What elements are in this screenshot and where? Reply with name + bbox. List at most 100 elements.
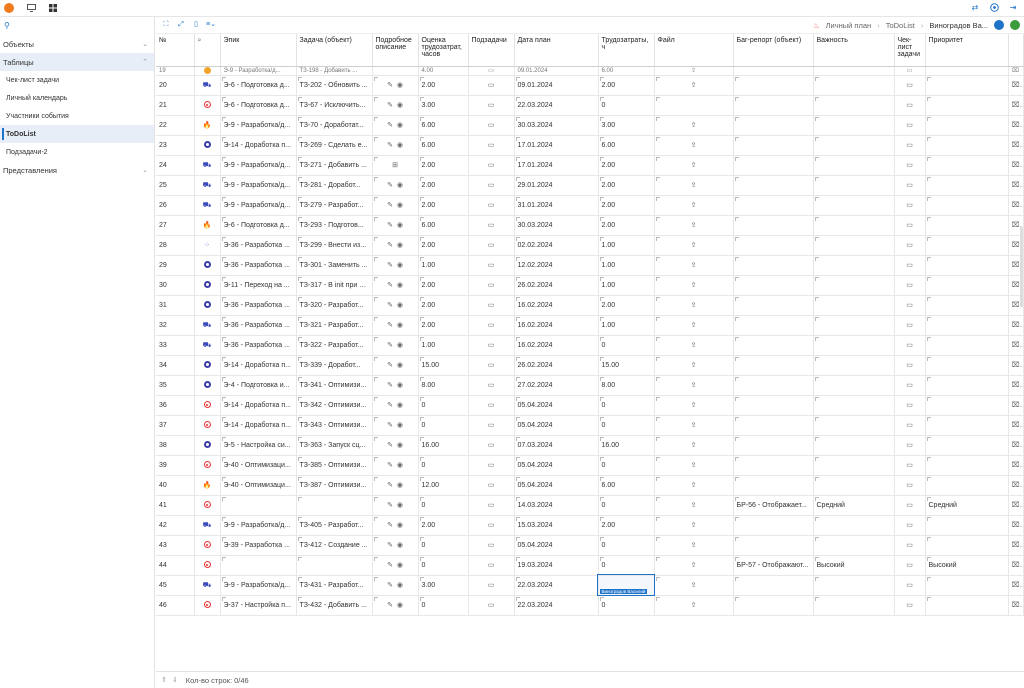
trash-icon[interactable]: ⌧: [1012, 142, 1023, 149]
estimate-cell[interactable]: 6.00: [418, 135, 469, 156]
upload-icon[interactable]: ⇪: [691, 82, 697, 89]
epic-cell[interactable]: Э-9 - Разработка/д...: [220, 115, 297, 136]
table-row[interactable]: 23 Э-14 - Доработка п... ТЗ-269 - Сделать …: [156, 135, 1024, 156]
priority-cell[interactable]: [925, 435, 1009, 456]
table-row[interactable]: 36 Э-14 - Доработка п... ТЗ-342 - Оптимизи…: [156, 395, 1024, 416]
importance-cell[interactable]: [813, 335, 895, 356]
add-icon[interactable]: ⊞: [392, 162, 398, 169]
epic-cell[interactable]: Э-36 - Разработка ...: [220, 315, 297, 336]
subtasks-cell[interactable]: ▭: [468, 95, 515, 116]
subtasks-cell[interactable]: ▭: [468, 535, 515, 556]
checklist-cell[interactable]: ▭: [894, 515, 926, 536]
subtasks-cell[interactable]: ▭: [468, 375, 515, 396]
checklist-cell[interactable]: ▭: [894, 115, 926, 136]
checklist-cell[interactable]: ▭: [894, 495, 926, 516]
description-cell[interactable]: ✎ ◉: [372, 555, 419, 576]
calendar-icon[interactable]: ▭: [488, 342, 495, 349]
labor-cell[interactable]: 2.00: [598, 515, 655, 536]
table-row[interactable]: 29 Э-36 - Разработка ... ТЗ-301 - Заменить…: [156, 255, 1024, 276]
epic-cell[interactable]: Э-9 - Разработка/д...: [220, 175, 297, 196]
bug-cell[interactable]: [733, 66, 814, 76]
date-cell[interactable]: 31.01.2024: [514, 195, 599, 216]
calendar-icon[interactable]: ▭: [906, 482, 913, 489]
breadcrumb-home[interactable]: Личный план: [826, 21, 872, 30]
priority-cell[interactable]: [925, 66, 1009, 76]
eye-icon[interactable]: ◉: [397, 82, 403, 89]
edit-icon[interactable]: ✎: [387, 522, 393, 529]
table-row[interactable]: 25 ⛟ Э-9 - Разработка/д... ТЗ-281 - Доработ…: [156, 175, 1024, 196]
labor-cell[interactable]: 6.00: [598, 66, 655, 76]
importance-cell[interactable]: [813, 475, 895, 496]
subtasks-cell[interactable]: ▭: [468, 435, 515, 456]
description-cell[interactable]: ✎ ◉: [372, 455, 419, 476]
bug-cell[interactable]: [733, 575, 814, 596]
delete-cell[interactable]: ⌧: [1008, 315, 1024, 336]
subtasks-cell[interactable]: ▭: [468, 75, 515, 96]
checklist-cell[interactable]: ▭: [894, 455, 926, 476]
bug-cell[interactable]: [733, 195, 814, 216]
importance-cell[interactable]: [813, 66, 895, 76]
swap-icon[interactable]: ⇄: [970, 3, 980, 13]
bug-cell[interactable]: [733, 295, 814, 316]
description-cell[interactable]: ✎ ◉: [372, 395, 419, 416]
edit-icon[interactable]: ✎: [387, 582, 393, 589]
labor-cell[interactable]: 0: [598, 415, 655, 436]
file-cell[interactable]: ⇪: [654, 66, 734, 76]
calendar-icon[interactable]: ▭: [906, 182, 913, 189]
subtasks-cell[interactable]: ▭: [468, 275, 515, 296]
calendar-icon[interactable]: ▭: [488, 82, 495, 89]
delete-cell[interactable]: ⌧: [1008, 455, 1024, 476]
checklist-cell[interactable]: ▭: [894, 375, 926, 396]
task-cell[interactable]: [296, 495, 373, 516]
calendar-icon[interactable]: ▭: [906, 102, 913, 109]
description-cell[interactable]: ✎ ◉: [372, 215, 419, 236]
edit-icon[interactable]: ✎: [387, 442, 393, 449]
checklist-cell[interactable]: ▭: [894, 135, 926, 156]
description-cell[interactable]: ✎ ◉: [372, 415, 419, 436]
checklist-cell[interactable]: ▭: [894, 275, 926, 296]
date-cell[interactable]: 27.02.2024: [514, 375, 599, 396]
col-header-search[interactable]: ⌕: [194, 34, 221, 67]
task-cell[interactable]: ТЗ-281 - Доработ...: [296, 175, 373, 196]
bug-cell[interactable]: [733, 455, 814, 476]
epic-cell[interactable]: Э-14 - Доработка п...: [220, 415, 297, 436]
upload-icon[interactable]: ⇪: [691, 542, 697, 549]
estimate-cell[interactable]: 8.00: [418, 375, 469, 396]
edit-icon[interactable]: ✎: [387, 302, 393, 309]
table-row[interactable]: 31 Э-36 - Разработка ... ТЗ-320 - Разработ…: [156, 295, 1024, 316]
bug-cell[interactable]: [733, 335, 814, 356]
file-cell[interactable]: ⇪: [654, 495, 734, 516]
date-cell[interactable]: 09.01.2024: [514, 75, 599, 96]
file-cell[interactable]: ⇪: [654, 195, 734, 216]
estimate-cell[interactable]: 3.00: [418, 575, 469, 596]
checklist-cell[interactable]: ▭: [894, 355, 926, 376]
edit-icon[interactable]: ✎: [387, 202, 393, 209]
file-cell[interactable]: ⇪: [654, 455, 734, 476]
importance-cell[interactable]: [813, 435, 895, 456]
trash-icon[interactable]: ⌧: [1012, 322, 1023, 329]
checklist-cell[interactable]: ▭: [894, 315, 926, 336]
epic-cell[interactable]: [220, 495, 297, 516]
priority-cell[interactable]: [925, 115, 1009, 136]
trash-icon[interactable]: ⌧: [1012, 482, 1023, 489]
subtasks-cell[interactable]: ▭: [468, 395, 515, 416]
eye-icon[interactable]: ◉: [397, 242, 403, 249]
table-row[interactable]: 37 Э-14 - Доработка п... ТЗ-343 - Оптимизи…: [156, 415, 1024, 436]
estimate-cell[interactable]: 2.00: [418, 515, 469, 536]
task-cell[interactable]: ТЗ-322 - Разработ...: [296, 335, 373, 356]
trash-icon[interactable]: ⌧: [1012, 402, 1023, 409]
edit-icon[interactable]: ✎: [387, 562, 393, 569]
labor-cell[interactable]: 16.00: [598, 435, 655, 456]
calendar-icon[interactable]: ▭: [488, 542, 495, 549]
delete-cell[interactable]: ⌧: [1008, 495, 1024, 516]
estimate-cell[interactable]: 1.00: [418, 335, 469, 356]
labor-cell[interactable]: 15.00: [598, 355, 655, 376]
calendar-icon[interactable]: ▭: [488, 162, 495, 169]
calendar-icon[interactable]: ▭: [906, 162, 913, 169]
estimate-cell[interactable]: 2.00: [418, 195, 469, 216]
sidebar-item-calendar[interactable]: Личный календарь: [0, 89, 154, 107]
table-row[interactable]: 40 🔥 Э-40 - Оптимизаци... ТЗ-387 - Оптимизи…: [156, 475, 1024, 496]
priority-cell[interactable]: [925, 535, 1009, 556]
file-cell[interactable]: ⇪: [654, 355, 734, 376]
description-cell[interactable]: ✎ ◉: [372, 575, 419, 596]
